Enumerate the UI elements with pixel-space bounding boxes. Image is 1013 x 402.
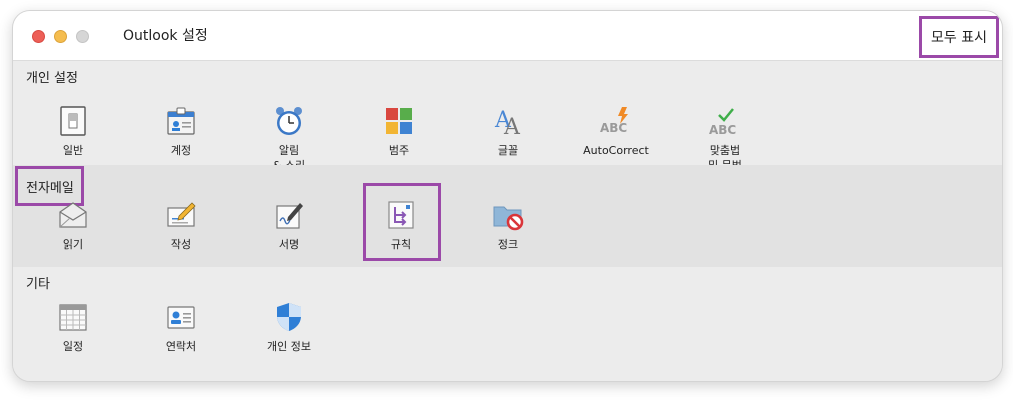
pref-label: AutoCorrect [583, 144, 649, 157]
fonts-icon: A A [492, 105, 524, 140]
section-label-other: 기타 [26, 277, 50, 292]
window-title: Outlook 설정 [123, 28, 208, 44]
show-all-button[interactable]: 모두 표시 [919, 16, 999, 58]
pref-label: 규칙 [390, 238, 412, 251]
contact-card-icon [165, 301, 197, 333]
envelope-icon [57, 199, 89, 231]
pref-label: 연락처 [165, 340, 197, 353]
section-other: 기타 일정 연락처 개인 정보 [13, 267, 1002, 381]
pref-spelling-grammar[interactable]: ABC 맞춤법 및 문법 [680, 105, 770, 173]
section-email: 전자메일 읽기 작성 서명 규칙 정크 [13, 165, 1002, 267]
pref-general[interactable]: 일반 [28, 105, 118, 158]
pref-label: 개인 정보 [267, 340, 311, 353]
privacy-shield-icon [273, 301, 305, 333]
pref-label: 정크 [497, 238, 519, 251]
minimize-button[interactable] [54, 30, 67, 43]
pref-label: 작성 [170, 238, 192, 251]
pref-junk[interactable]: 정크 [463, 199, 553, 252]
calendar-icon [57, 301, 89, 333]
section-label-personal: 개인 설정 [26, 71, 78, 86]
accounts-icon [165, 105, 197, 137]
pref-label: 읽기 [62, 238, 84, 251]
rules-icon [385, 199, 417, 231]
pref-fonts[interactable]: A A 글꼴 [463, 105, 553, 158]
pref-calendar[interactable]: 일정 [28, 301, 118, 354]
pref-label: 계정 [170, 144, 192, 157]
pref-label: 범주 [388, 144, 410, 157]
junk-folder-icon [492, 199, 524, 231]
pref-rules[interactable]: 규칙 [356, 199, 446, 252]
close-button[interactable] [32, 30, 45, 43]
pref-label: 일정 [62, 340, 84, 353]
svg-text:ABC: ABC [709, 123, 736, 137]
pref-accounts[interactable]: 계정 [136, 105, 226, 158]
pref-label: 서명 [278, 238, 300, 251]
zoom-button[interactable] [76, 30, 89, 43]
section-personal: 개인 설정 일반 계정 알림 범주 A A 글꼴 ABC AutoCorrect… [13, 61, 1002, 172]
pref-contacts[interactable]: 연락처 [136, 301, 226, 354]
pref-notifications-sounds[interactable]: 알림 & 소리 [244, 105, 334, 173]
signature-icon [273, 199, 305, 231]
categories-icon [383, 105, 415, 137]
pref-signatures[interactable]: 서명 [244, 199, 334, 252]
title-bar: Outlook 설정 모두 표시 [13, 11, 1002, 61]
pref-label: 일반 [62, 144, 84, 157]
pref-privacy[interactable]: 개인 정보 [244, 301, 334, 354]
alarm-clock-icon [273, 105, 305, 137]
svg-text:A: A [503, 115, 521, 137]
general-icon [57, 105, 89, 137]
pref-composing[interactable]: 작성 [136, 199, 226, 252]
compose-icon [165, 199, 197, 231]
spelling-check-icon: ABC [709, 105, 741, 137]
settings-window: Outlook 설정 모두 표시 개인 설정 일반 계정 알림 범주 A A 글… [12, 10, 1003, 382]
pref-label: 글꼴 [497, 144, 519, 157]
pref-autocorrect[interactable]: ABC AutoCorrect [571, 105, 661, 158]
pref-reading[interactable]: 읽기 [28, 199, 118, 252]
autocorrect-icon: ABC [600, 105, 632, 137]
pref-categories[interactable]: 범주 [354, 105, 444, 158]
svg-text:ABC: ABC [600, 121, 627, 135]
